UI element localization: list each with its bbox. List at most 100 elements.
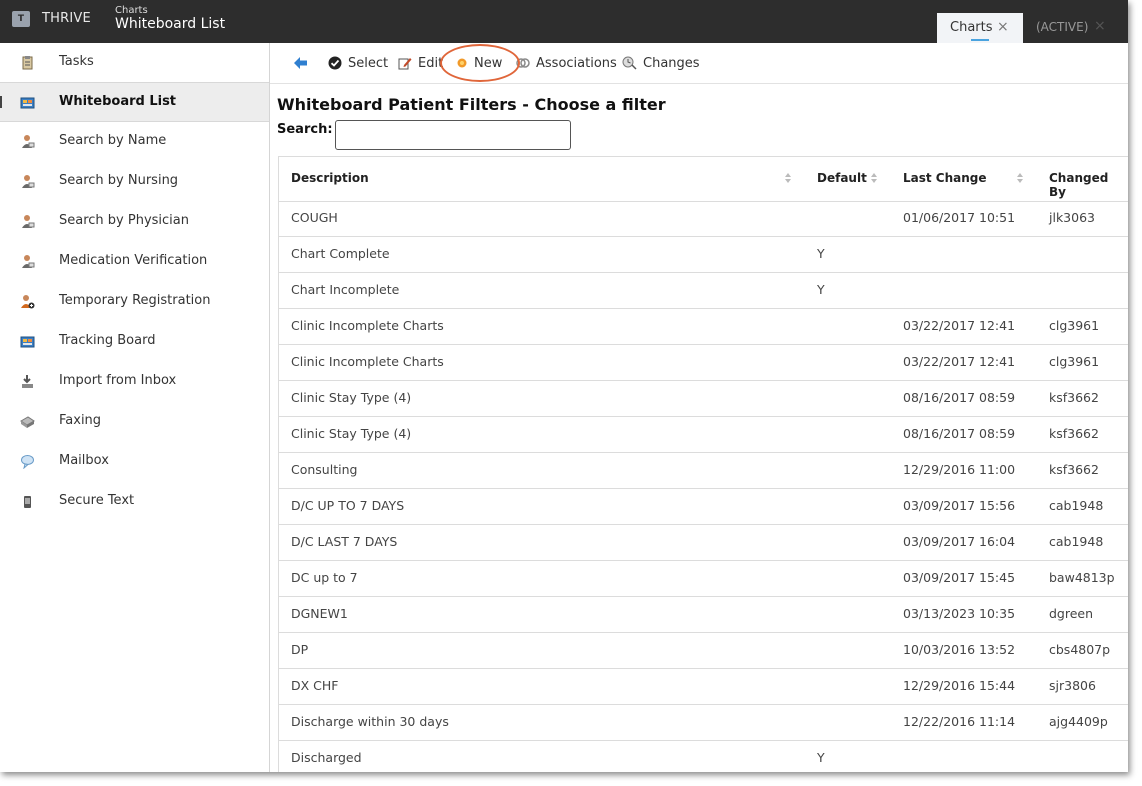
sidebar-item-label: Tasks [59, 54, 94, 69]
select-button[interactable]: Select [328, 54, 388, 72]
sidebar-item-tasks[interactable]: Tasks [0, 43, 269, 83]
sort-icon[interactable] [1016, 171, 1024, 185]
cell-default: Y [817, 750, 825, 765]
app-window: T THRIVE Charts Whiteboard List Charts ×… [0, 0, 1128, 772]
cell-last-change: 03/22/2017 12:41 [903, 318, 1016, 333]
changes-button-label: Changes [643, 55, 700, 71]
new-star-icon [457, 58, 467, 68]
cell-last-change: 08/16/2017 08:59 [903, 390, 1016, 405]
cell-description: DP [291, 642, 309, 657]
table-row[interactable]: Clinic Incomplete Charts 03/22/2017 12:41… [279, 345, 1128, 381]
sort-icon[interactable] [784, 171, 792, 185]
cell-changed-by: ksf3662 [1049, 462, 1099, 477]
cell-last-change: 03/09/2017 15:45 [903, 570, 1016, 585]
search-label: Search: [277, 122, 333, 137]
tab-active[interactable]: (ACTIVE) [1036, 20, 1088, 34]
sidebar-item-mailbox[interactable]: Mailbox [0, 442, 269, 482]
sidebar-item-label: Import from Inbox [59, 373, 177, 388]
cell-changed-by: cab1948 [1049, 498, 1104, 513]
table-row[interactable]: Chart Incomplete Y [279, 273, 1128, 309]
table-row[interactable]: DX CHF 12/29/2016 15:44 sjr3806 [279, 669, 1128, 705]
sidebar-item-label: Search by Nursing [59, 173, 179, 188]
sort-icon[interactable] [870, 171, 878, 185]
mailbox-icon [21, 455, 34, 469]
sidebar-item-search-by-nursing[interactable]: Search by Nursing [0, 162, 269, 202]
table-header: Description Default Last Change Changed … [279, 157, 1128, 202]
cell-description: Clinic Stay Type (4) [291, 390, 412, 405]
sidebar-item-label: Secure Text [59, 493, 135, 508]
back-button[interactable] [293, 54, 308, 72]
table-row[interactable]: DC up to 7 03/09/2017 15:45 baw4813p [279, 561, 1128, 597]
cell-changed-by: cbs4807p [1049, 642, 1111, 657]
cell-description: DX CHF [291, 678, 339, 693]
pencil-icon [398, 58, 412, 70]
sidebar-item-label: Whiteboard List [59, 94, 177, 109]
sidebar-item-search-by-physician[interactable]: Search by Physician [0, 202, 269, 242]
search-input[interactable] [335, 120, 571, 150]
cell-changed-by: jlk3063 [1049, 210, 1095, 225]
tab-active-indicator [971, 39, 989, 41]
table-row[interactable]: Clinic Stay Type (4) 08/16/2017 08:59 ksf3… [279, 381, 1128, 417]
toolbar: Select Edit New Associations Changes [270, 43, 1128, 84]
sidebar: Tasks Whiteboard List Search by Name Sea… [0, 43, 270, 772]
cell-description: DC up to 7 [291, 570, 358, 585]
new-button[interactable]: New [456, 54, 502, 72]
table-row[interactable]: D/C UP TO 7 DAYS 03/09/2017 15:56 cab1948 [279, 489, 1128, 525]
column-header-description[interactable]: Description [291, 171, 369, 185]
cell-changed-by: clg3961 [1049, 318, 1100, 333]
cell-last-change: 03/13/2023 10:35 [903, 606, 1016, 621]
cell-description: D/C UP TO 7 DAYS [291, 498, 405, 513]
table-row[interactable]: Consulting 12/29/2016 11:00 ksf3662 [279, 453, 1128, 489]
brand-name: THRIVE [42, 11, 91, 26]
sidebar-item-import-from-inbox[interactable]: Import from Inbox [0, 362, 269, 402]
checkmark-circle-icon [328, 56, 342, 70]
clipboard-icon [22, 56, 33, 70]
table-row[interactable]: Discharge within 30 days 12/22/2016 11:14… [279, 705, 1128, 741]
sidebar-item-label: Temporary Registration [59, 293, 211, 308]
cell-last-change: 03/22/2017 12:41 [903, 354, 1016, 369]
sidebar-item-temporary-registration[interactable]: Temporary Registration [0, 282, 269, 322]
cell-changed-by: sjr3806 [1049, 678, 1096, 693]
cell-changed-by: ksf3662 [1049, 390, 1099, 405]
whiteboard-icon [20, 97, 35, 109]
page-title: Whiteboard Patient Filters - Choose a fi… [277, 95, 666, 114]
sidebar-item-search-by-name[interactable]: Search by Name [0, 122, 269, 162]
edit-button[interactable]: Edit [398, 54, 443, 72]
cell-description: Discharged [291, 750, 362, 765]
changes-button[interactable]: Changes [622, 54, 700, 72]
cell-last-change: 03/09/2017 16:04 [903, 534, 1016, 549]
breadcrumb-parent[interactable]: Charts [115, 5, 148, 16]
sidebar-item-label: Search by Name [59, 133, 167, 148]
table-row[interactable]: Clinic Stay Type (4) 08/16/2017 08:59 ksf3… [279, 417, 1128, 453]
import-icon [22, 375, 33, 388]
column-header-default[interactable]: Default [817, 171, 867, 185]
edit-button-label: Edit [418, 55, 444, 71]
tab-active-close-icon[interactable]: × [1094, 18, 1106, 34]
sidebar-item-tracking-board[interactable]: Tracking Board [0, 322, 269, 362]
link-icon [516, 58, 530, 68]
cell-changed-by: ajg4409p [1049, 714, 1108, 729]
associations-button[interactable]: Associations [516, 54, 617, 72]
tab-charts-close-icon[interactable]: × [997, 19, 1009, 35]
person-search-icon [22, 135, 35, 148]
table-row[interactable]: D/C LAST 7 DAYS 03/09/2017 16:04 cab1948 [279, 525, 1128, 561]
sidebar-item-label: Search by Physician [59, 213, 189, 228]
sidebar-item-whiteboard-list[interactable]: Whiteboard List [0, 82, 269, 122]
table-row[interactable]: COUGH 01/06/2017 10:51 jlk3063 [279, 201, 1128, 237]
column-header-changed-by[interactable]: Changed By [1049, 171, 1128, 199]
table-row[interactable]: DP 10/03/2016 13:52 cbs4807p [279, 633, 1128, 669]
phone-icon [24, 496, 31, 508]
sidebar-item-secure-text[interactable]: Secure Text [0, 482, 269, 522]
sidebar-item-label: Faxing [59, 413, 102, 428]
table-row[interactable]: Discharged Y [279, 741, 1128, 772]
tab-charts[interactable]: Charts × [937, 13, 1023, 43]
sidebar-item-medication-verification[interactable]: Medication Verification [0, 242, 269, 282]
table-row[interactable]: Chart Complete Y [279, 237, 1128, 273]
table-row[interactable]: DGNEW1 03/13/2023 10:35 dgreen [279, 597, 1128, 633]
column-header-last-change[interactable]: Last Change [903, 171, 987, 185]
table-row[interactable]: Clinic Incomplete Charts 03/22/2017 12:41… [279, 309, 1128, 345]
cell-last-change: 10/03/2016 13:52 [903, 642, 1016, 657]
cell-description: Chart Incomplete [291, 282, 400, 297]
sidebar-item-faxing[interactable]: Faxing [0, 402, 269, 442]
whiteboard-icon [20, 336, 35, 348]
